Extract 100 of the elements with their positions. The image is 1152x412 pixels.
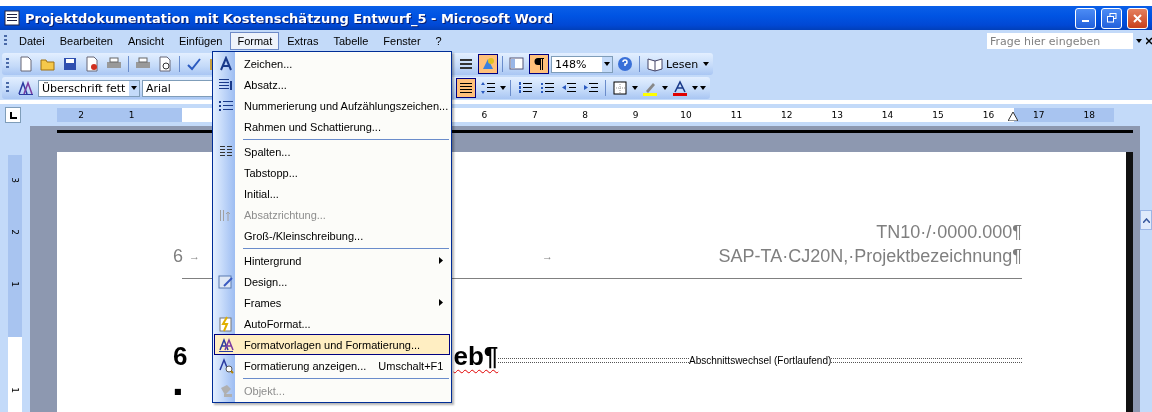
- shapes-icon: [480, 56, 496, 72]
- lightning-document-icon: [217, 315, 234, 332]
- styles-icon: [217, 336, 234, 353]
- drawing-button[interactable]: [478, 54, 498, 74]
- ruler-number: 2: [78, 109, 85, 122]
- highlighter-icon: [642, 80, 658, 96]
- menu-entry[interactable]: AutoFormat...: [214, 313, 450, 334]
- paragraph-icon: [217, 76, 234, 93]
- style-combo[interactable]: Überschrift fett: [38, 79, 140, 97]
- justify-button[interactable]: [456, 78, 476, 98]
- vertical-scrollbar[interactable]: [1140, 126, 1152, 412]
- menu-item[interactable]: Format: [230, 32, 280, 50]
- open-book-icon: [647, 56, 663, 72]
- ruler-number: 16: [982, 109, 995, 122]
- ruler-number: 17: [1033, 109, 1045, 122]
- header-page-number: 6: [173, 245, 183, 268]
- magnifier-page-icon: [157, 56, 173, 72]
- menu-entry[interactable]: Frames: [214, 292, 450, 313]
- toolbar-options-icon: [700, 86, 706, 90]
- bullet-mark: ■: [174, 387, 182, 397]
- toolbar-grip[interactable]: [6, 82, 9, 94]
- numbered-list-icon: [517, 80, 533, 96]
- menu-item[interactable]: ?: [428, 32, 449, 50]
- border-grid-icon: [612, 80, 628, 96]
- section-break-label: Abschnittswechsel (Fortlaufend): [689, 354, 832, 366]
- left-tab-icon: [9, 111, 17, 119]
- ruler-number: 1: [10, 387, 20, 393]
- bulleted-list-icon: [539, 80, 555, 96]
- help-icon: [617, 56, 633, 72]
- ruler-number: 10: [680, 109, 692, 122]
- heading-text: eb¶: [453, 341, 499, 371]
- header-text: SAP-TA·CJ20N,·Projektbezeichnung¶: [718, 245, 1022, 268]
- submenu-arrow-icon: [439, 257, 443, 264]
- picture-edit-icon: [217, 273, 234, 290]
- read-button[interactable]: Lesen: [644, 54, 702, 74]
- magnifier-letter-icon: [217, 357, 234, 374]
- blank-page-icon: [18, 56, 34, 72]
- menu-entry[interactable]: Nummerierung und Aufzählungszeichen...: [214, 95, 450, 116]
- scroll-up-button[interactable]: [1140, 210, 1152, 230]
- shortcut-text: Umschalt+F1: [377, 359, 444, 372]
- toolbar-options-icon: [703, 62, 710, 66]
- font-color-button[interactable]: [670, 78, 690, 98]
- toolbar-grip[interactable]: [4, 35, 7, 47]
- menu-entry[interactable]: Spalten...: [214, 137, 450, 162]
- dropdown-arrow-icon: [662, 86, 668, 90]
- menu-entry[interactable]: Hintergrund: [214, 246, 450, 271]
- menu-entry[interactable]: Zeichen...: [214, 53, 450, 74]
- tab-mark: →: [542, 249, 553, 264]
- restore-button[interactable]: [1101, 7, 1122, 29]
- ruler-number: 1: [10, 281, 20, 287]
- tab-selector[interactable]: [5, 107, 21, 123]
- menu-entry[interactable]: Initial...: [214, 183, 450, 204]
- ruler-number: 2: [10, 229, 20, 235]
- formatting-marks-button[interactable]: [529, 54, 549, 74]
- document-map-icon: [509, 56, 525, 72]
- menu-item[interactable]: Extras: [280, 32, 326, 50]
- toolbar-grip[interactable]: [6, 58, 9, 70]
- menu-item[interactable]: Datei: [12, 32, 52, 50]
- menu-entry[interactable]: Formatierung anzeigen... Umschalt+F1: [214, 355, 450, 376]
- pilcrow-icon: [531, 56, 547, 72]
- close-document-icon[interactable]: [1146, 37, 1152, 45]
- minimize-button[interactable]: [1075, 7, 1096, 29]
- ruler-number: 15: [932, 109, 944, 122]
- borders-button[interactable]: [610, 78, 630, 98]
- close-button[interactable]: [1127, 7, 1148, 29]
- menu-item[interactable]: Ansicht: [120, 32, 171, 50]
- submenu-arrow-icon: [439, 299, 443, 306]
- ruler-number: 13: [831, 109, 843, 122]
- zoom-combo[interactable]: 148%: [551, 55, 613, 73]
- line-spacing-icon: [480, 80, 496, 96]
- ruler-number: 3: [10, 177, 20, 183]
- letter-a-icon: [217, 55, 234, 72]
- ruler-number: 7: [531, 109, 538, 122]
- justify-icon: [458, 80, 474, 96]
- menu-item[interactable]: Einfügen: [172, 32, 230, 50]
- menu-item[interactable]: Fenster: [376, 32, 428, 50]
- menu-entry[interactable]: Formatvorlagen und Formatierung...: [214, 334, 450, 355]
- font-color-icon: [672, 80, 688, 96]
- dropdown-arrow-icon: [131, 86, 137, 90]
- help-button[interactable]: [615, 54, 635, 74]
- restore-icon: [1106, 13, 1117, 23]
- menu-item[interactable]: Bearbeiten: [52, 32, 120, 50]
- ruler-number: 1: [128, 109, 135, 122]
- styles-icon: [18, 80, 34, 96]
- menu-entry[interactable]: Tabstopp...: [214, 162, 450, 183]
- menu-entry[interactable]: Design...: [214, 271, 450, 292]
- heading-number: 6: [173, 341, 188, 371]
- help-search-field[interactable]: Frage hier eingeben: [986, 32, 1134, 50]
- word-document-icon: [4, 10, 20, 26]
- menu-entry[interactable]: Rahmen und Schattierung...: [214, 116, 450, 137]
- indent-marker-icon[interactable]: [1008, 112, 1018, 121]
- ruler-number: 9: [632, 109, 639, 122]
- close-icon: [1133, 13, 1142, 23]
- ruler-number: 8: [582, 109, 589, 122]
- folder-icon: [40, 56, 56, 72]
- menu-item[interactable]: Tabelle: [326, 32, 376, 50]
- tab-mark: →: [189, 249, 200, 264]
- ruler-number: 11: [730, 109, 743, 122]
- menu-entry[interactable]: Groß-/Kleinschreibung...: [214, 225, 450, 246]
- dropdown-arrow-icon: [692, 86, 698, 90]
